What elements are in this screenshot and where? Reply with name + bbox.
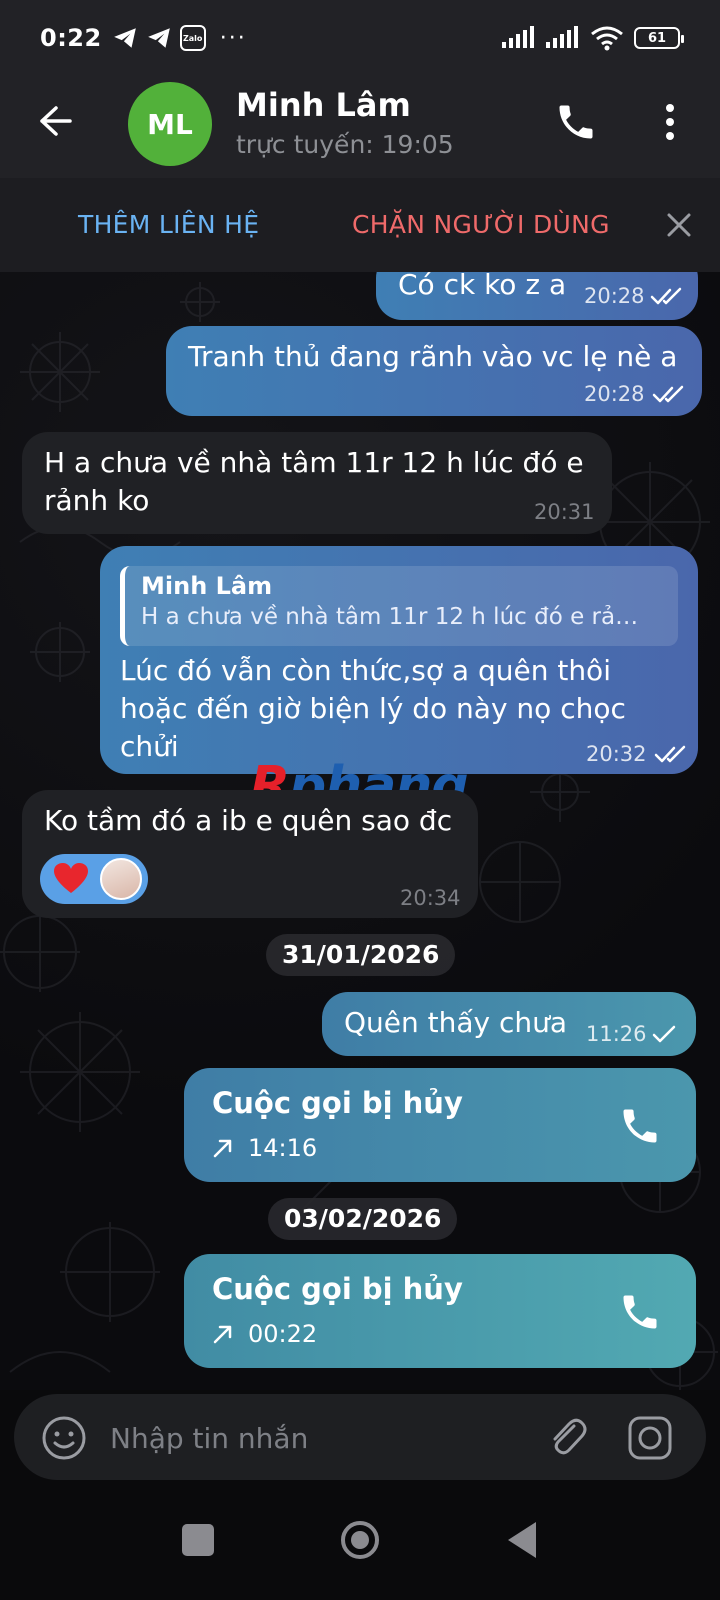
contact-status: trực tuyến: 19:05 <box>236 130 454 159</box>
wifi-icon <box>591 26 623 51</box>
chat-area[interactable]: Có ck ko z a 20:28 Tranh thủ đang rãnh v… <box>0 272 720 1390</box>
composer <box>14 1394 706 1480</box>
outgoing-reply-message[interactable]: Minh Lâm H a chưa về nhà tâm 11r 12 h lú… <box>100 546 698 774</box>
message-text-line: Lúc đó vẫn còn thức,sợ a quên thôi <box>120 654 611 687</box>
back-arrow-icon[interactable] <box>36 102 74 140</box>
message-text-line: rảnh ko <box>44 484 150 517</box>
message-time: 20:34 <box>400 886 461 910</box>
message-time: 20:28 <box>584 284 645 308</box>
block-user-button[interactable]: CHẶN NGƯỜI DÙNG <box>352 210 610 239</box>
attach-icon[interactable] <box>544 1414 590 1460</box>
message-time: 20:31 <box>534 500 595 524</box>
phone-call-icon[interactable] <box>554 100 598 144</box>
contact-name[interactable]: Minh Lâm <box>236 86 411 124</box>
message-text: Có ck ko z a <box>398 272 567 301</box>
call-time: 00:22 <box>248 1320 318 1348</box>
message-text-line: chửi <box>120 730 179 763</box>
reply-author: Minh Lâm <box>141 572 273 600</box>
call-time: 14:16 <box>248 1134 318 1162</box>
signal-icon <box>546 26 578 48</box>
top-bar: 0:22 Zalo ··· 61 ML Minh Lâm trực tuyến:… <box>0 0 720 178</box>
avatar[interactable]: ML <box>128 82 212 166</box>
outgoing-arrow-icon <box>213 1139 232 1158</box>
composer-bar <box>0 1390 720 1490</box>
outgoing-message[interactable]: Có ck ko z a 20:28 <box>376 272 698 320</box>
double-check-icon <box>650 287 682 305</box>
message-text: Ko tầm đó a ib e quên sao đc <box>44 804 453 837</box>
call-message[interactable]: Cuộc gọi bị hủy 00:22 <box>184 1254 696 1368</box>
camera-icon[interactable] <box>626 1414 674 1462</box>
add-contact-button[interactable]: THÊM LIÊN HỆ <box>78 210 259 239</box>
call-status-title: Cuộc gọi bị hủy <box>212 1272 463 1306</box>
message-text-line: H a chưa về nhà tâm 11r 12 h lúc đó e <box>44 446 584 479</box>
outgoing-arrow-icon <box>213 1325 232 1344</box>
zalo-icon: Zalo <box>179 25 206 51</box>
status-time: 0:22 <box>40 24 102 52</box>
check-icon <box>652 1025 676 1043</box>
close-icon[interactable] <box>664 210 694 240</box>
system-nav-bar <box>0 1490 720 1600</box>
more-vert-icon[interactable] <box>660 100 680 144</box>
double-check-icon <box>652 385 684 403</box>
telegram-icon <box>147 28 170 48</box>
message-text: Quên thấy chưa <box>344 1006 568 1039</box>
system-icons: 61 <box>502 25 684 51</box>
status-bar: 0:22 Zalo ··· 61 <box>40 18 684 58</box>
emoji-icon[interactable] <box>40 1414 88 1462</box>
message-time: 20:32 <box>586 742 647 766</box>
reaction-chip[interactable] <box>40 854 148 904</box>
more-notifications-icon: ··· <box>219 25 247 51</box>
notification-icons: Zalo ··· <box>112 25 247 51</box>
message-text: Tranh thủ đang rãnh vào vc lẹ nè a <box>188 340 678 373</box>
outgoing-message[interactable]: Tranh thủ đang rãnh vào vc lẹ nè a 20:28 <box>166 326 702 416</box>
recents-button[interactable] <box>182 1524 214 1556</box>
incoming-message[interactable]: Ko tầm đó a ib e quên sao đc 20:34 <box>22 790 478 918</box>
message-time: 11:26 <box>586 1022 647 1046</box>
call-info: 14:16 <box>212 1134 317 1162</box>
nav-back-button[interactable] <box>506 1520 538 1560</box>
phone-call-icon[interactable] <box>618 1290 662 1334</box>
heart-icon <box>54 863 88 893</box>
double-check-icon <box>654 745 686 763</box>
outgoing-message[interactable]: Quên thấy chưa 11:26 <box>322 992 696 1056</box>
incoming-message[interactable]: H a chưa về nhà tâm 11r 12 h lúc đó e rả… <box>22 432 612 534</box>
call-info: 00:22 <box>212 1320 317 1348</box>
date-separator: 31/01/2026 <box>266 934 456 976</box>
call-message[interactable]: Cuộc gọi bị hủy 14:16 <box>184 1068 696 1182</box>
reply-quote[interactable]: Minh Lâm H a chưa về nhà tâm 11r 12 h lú… <box>120 566 678 646</box>
message-time: 20:28 <box>584 382 645 406</box>
telegram-icon <box>113 28 136 48</box>
chat-header: ML Minh Lâm trực tuyến: 19:05 <box>0 80 720 170</box>
signal-icon <box>502 26 534 48</box>
home-button[interactable] <box>340 1520 380 1560</box>
call-status-title: Cuộc gọi bị hủy <box>212 1086 463 1120</box>
phone-call-icon[interactable] <box>618 1104 662 1148</box>
reply-text: H a chưa về nhà tâm 11r 12 h lúc đó e rả… <box>141 604 639 630</box>
message-input[interactable] <box>110 1418 510 1458</box>
reactor-avatar <box>100 858 142 900</box>
contact-action-bar: THÊM LIÊN HỆ CHẶN NGƯỜI DÙNG <box>0 178 720 272</box>
battery-icon: 61 <box>634 27 684 49</box>
date-separator: 03/02/2026 <box>268 1198 458 1240</box>
message-text-line: hoặc đến giờ biện lý do này nọ chọc <box>120 692 626 725</box>
